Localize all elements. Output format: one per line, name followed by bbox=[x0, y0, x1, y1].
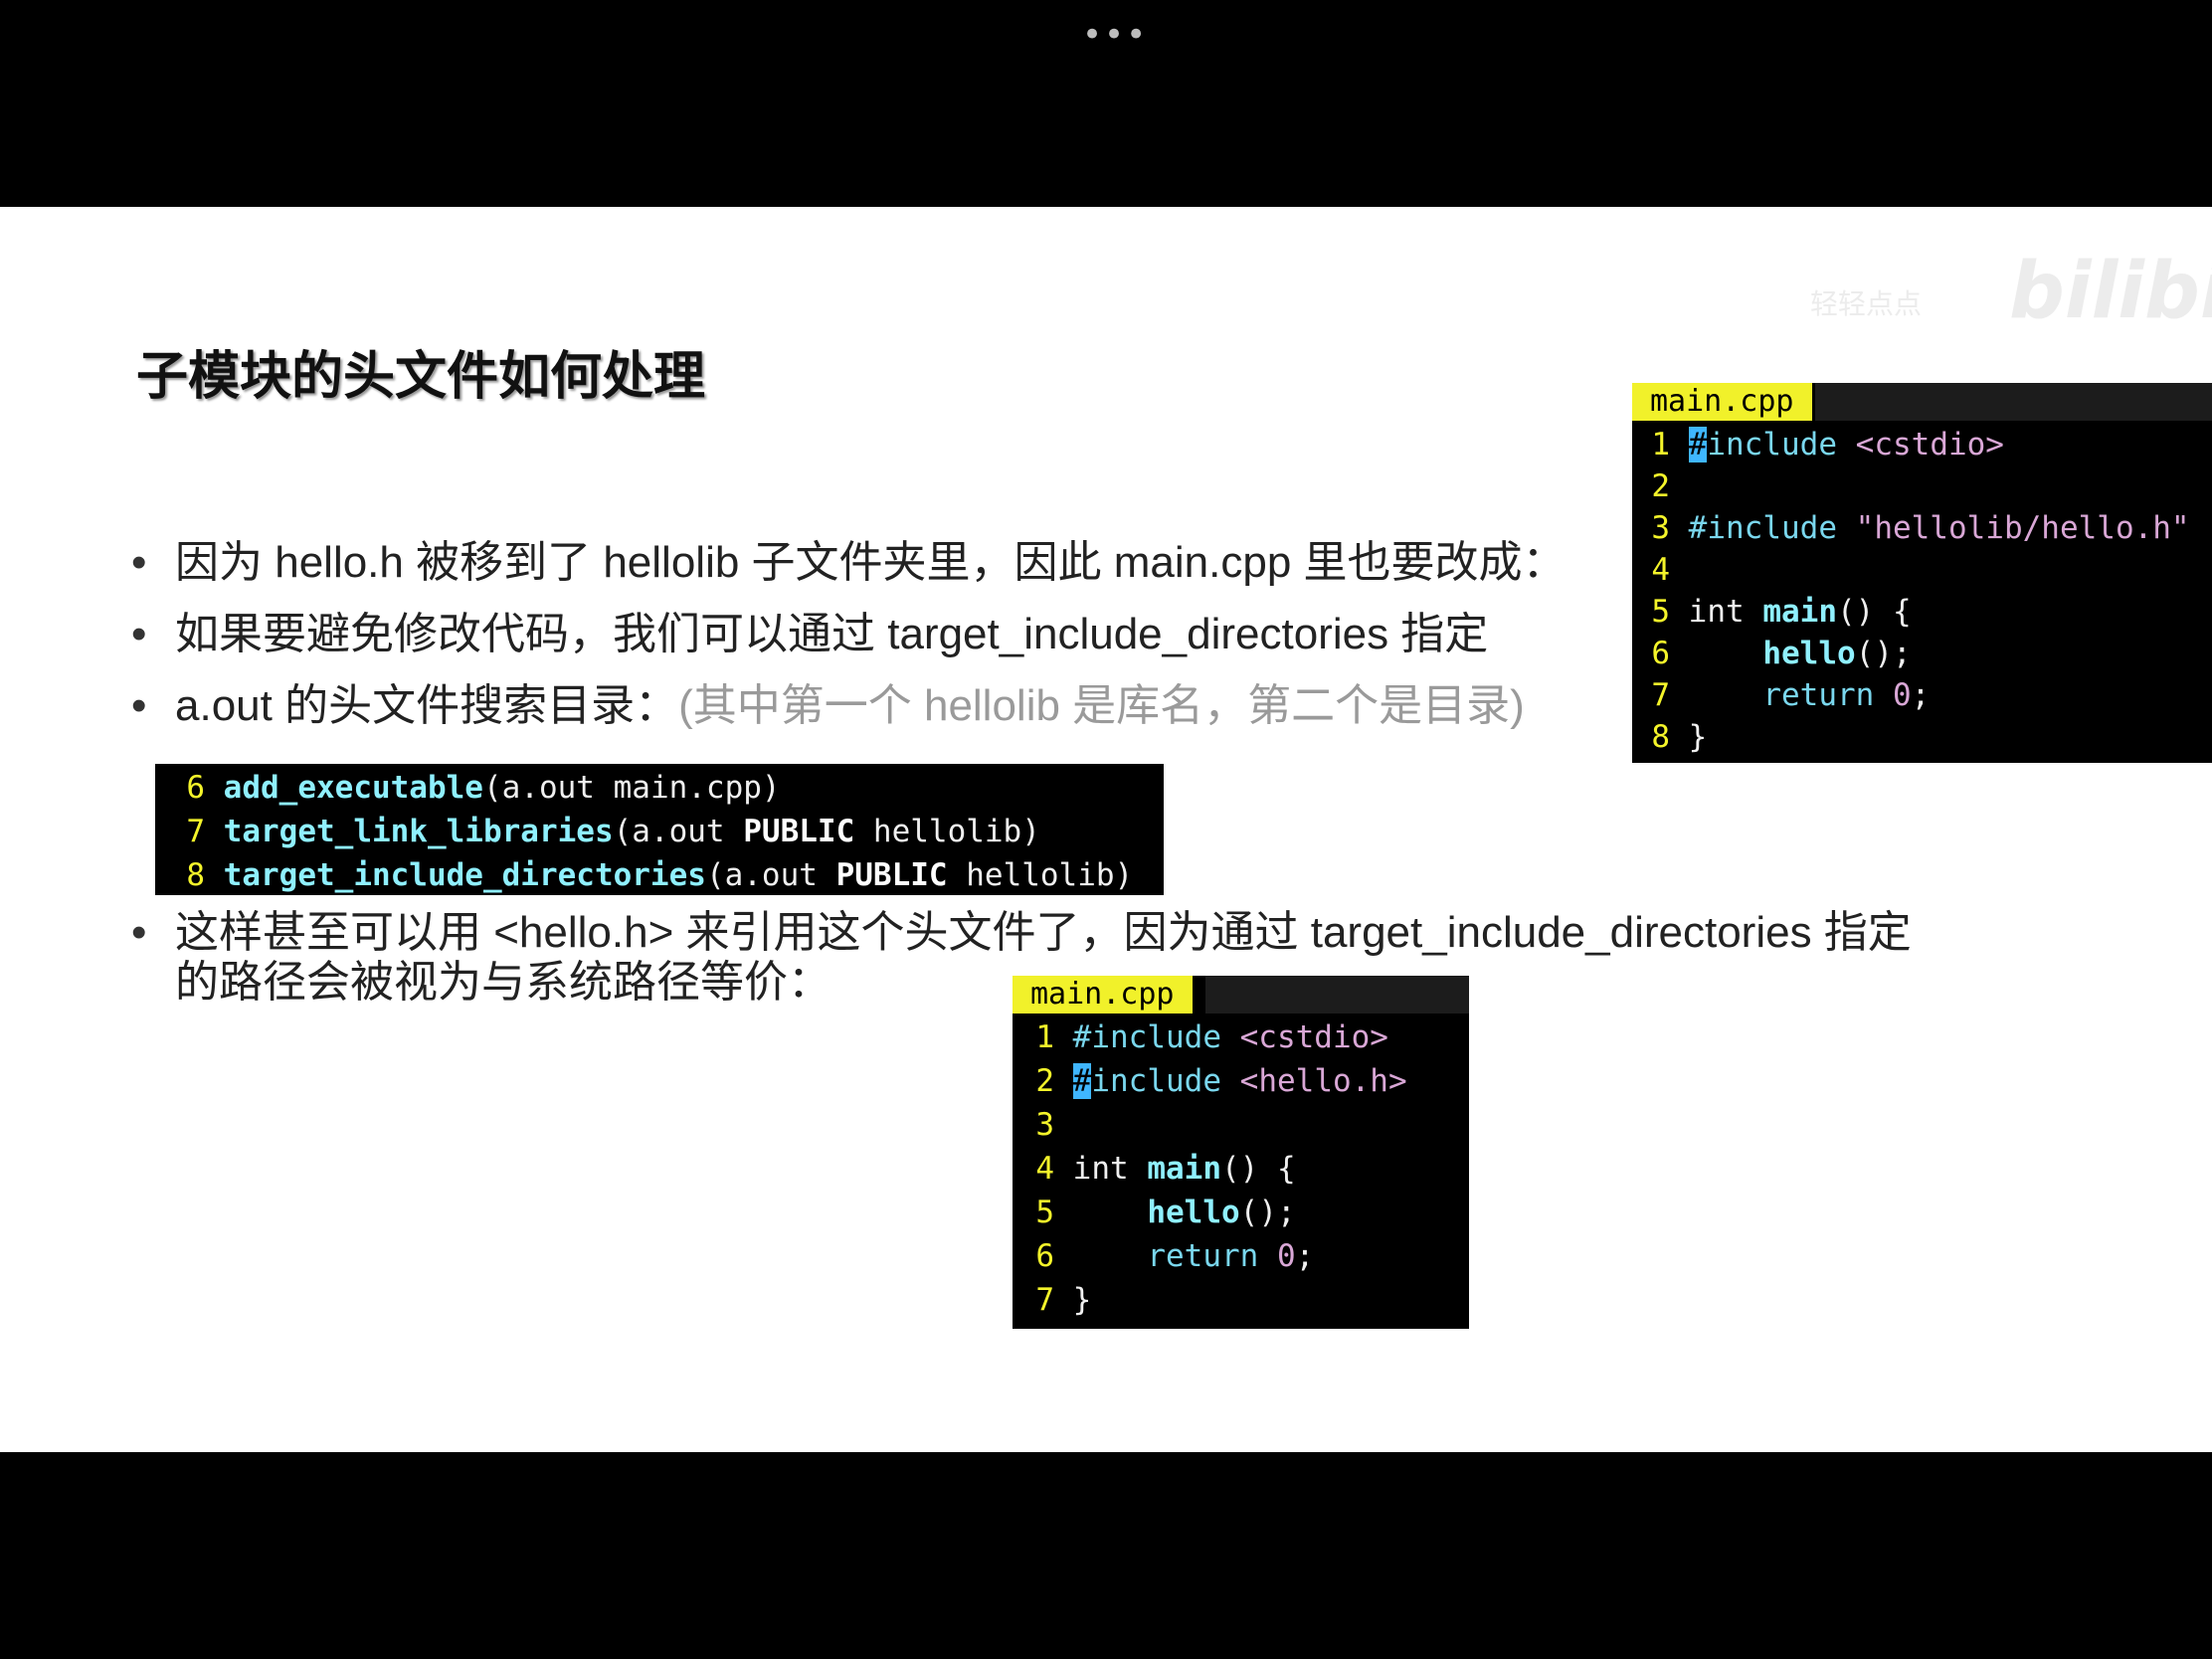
bullet-2-text: 如果要避免修改代码，我们可以通过 target_include_director… bbox=[175, 610, 1489, 658]
slide-title: 子模块的头文件如何处理 bbox=[136, 347, 706, 407]
bottom-bar bbox=[0, 1452, 2212, 1659]
bullet-4-line1: 这样甚至可以用 <hello.h> 来引用这个头文件了，因为通过 target_… bbox=[175, 908, 1912, 957]
code-line: 4 int main() { bbox=[1035, 1151, 1296, 1187]
code-line: 3 #include "hellolib/hello.h" bbox=[1651, 510, 2190, 546]
tab-bar bbox=[1205, 976, 1469, 1014]
code-line: 1 #include <cstdio> bbox=[1651, 427, 2004, 462]
code-line: 2 bbox=[1651, 468, 1670, 504]
bullet-3-note: (其中第一个 hellolib 是库名，第二个是目录) bbox=[678, 681, 1525, 730]
code-line: 7 } bbox=[1035, 1282, 1092, 1318]
tab-bar bbox=[1815, 383, 2212, 421]
code-line: 4 bbox=[1651, 552, 1670, 588]
code-line: 6 add_executable(a.out main.cpp) bbox=[186, 770, 781, 806]
bullet-3-text: a.out 的头文件搜索目录： bbox=[175, 681, 679, 730]
code-line: 8 target_include_directories(a.out PUBLI… bbox=[186, 857, 1134, 893]
code-block-main-cpp-top: main.cpp 1 #include <cstdio> 2 3 #includ… bbox=[1632, 383, 2212, 763]
watermark-text: 轻轻点点 bbox=[1810, 287, 1923, 320]
code-line: 7 return 0; bbox=[1651, 677, 1931, 713]
text-cursor: # bbox=[1072, 1063, 1092, 1099]
code-block-main-cpp-bottom: main.cpp 1 #include <cstdio> 2 #include … bbox=[1013, 976, 1469, 1329]
code-line: 5 hello(); bbox=[1035, 1195, 1296, 1230]
code-line: 8 } bbox=[1651, 719, 1708, 755]
bilibili-logo: bilibili bbox=[2009, 247, 2212, 336]
text-cursor: # bbox=[1688, 427, 1708, 462]
code-line: 2 #include <hello.h> bbox=[1035, 1063, 1407, 1099]
watermark: 轻轻点点 bilibili bbox=[1810, 247, 2212, 342]
code-line: 7 target_link_libraries(a.out PUBLIC hel… bbox=[186, 814, 1040, 849]
code-line: 5 int main() { bbox=[1651, 594, 1912, 630]
code-line: 3 bbox=[1035, 1107, 1054, 1143]
code-line: 6 hello(); bbox=[1651, 636, 1912, 671]
tab-main-cpp[interactable]: main.cpp bbox=[1632, 383, 1812, 421]
top-bar: ••• bbox=[0, 0, 2212, 207]
code-line: 6 return 0; bbox=[1035, 1238, 1315, 1274]
tab-main-cpp[interactable]: main.cpp bbox=[1013, 976, 1193, 1014]
code-block-cmake: 6 add_executable(a.out main.cpp) 7 targe… bbox=[155, 764, 1164, 895]
slide: 轻轻点点 bilibili 子模块的头文件如何处理 因为 hello.h 被移到… bbox=[0, 207, 2212, 1637]
bullet-1-text: 因为 hello.h 被移到了 hellolib 子文件夹里，因此 main.c… bbox=[175, 538, 1567, 587]
code-line: 1 #include <cstdio> bbox=[1035, 1019, 1388, 1055]
more-menu-icon[interactable]: ••• bbox=[1082, 18, 1148, 52]
